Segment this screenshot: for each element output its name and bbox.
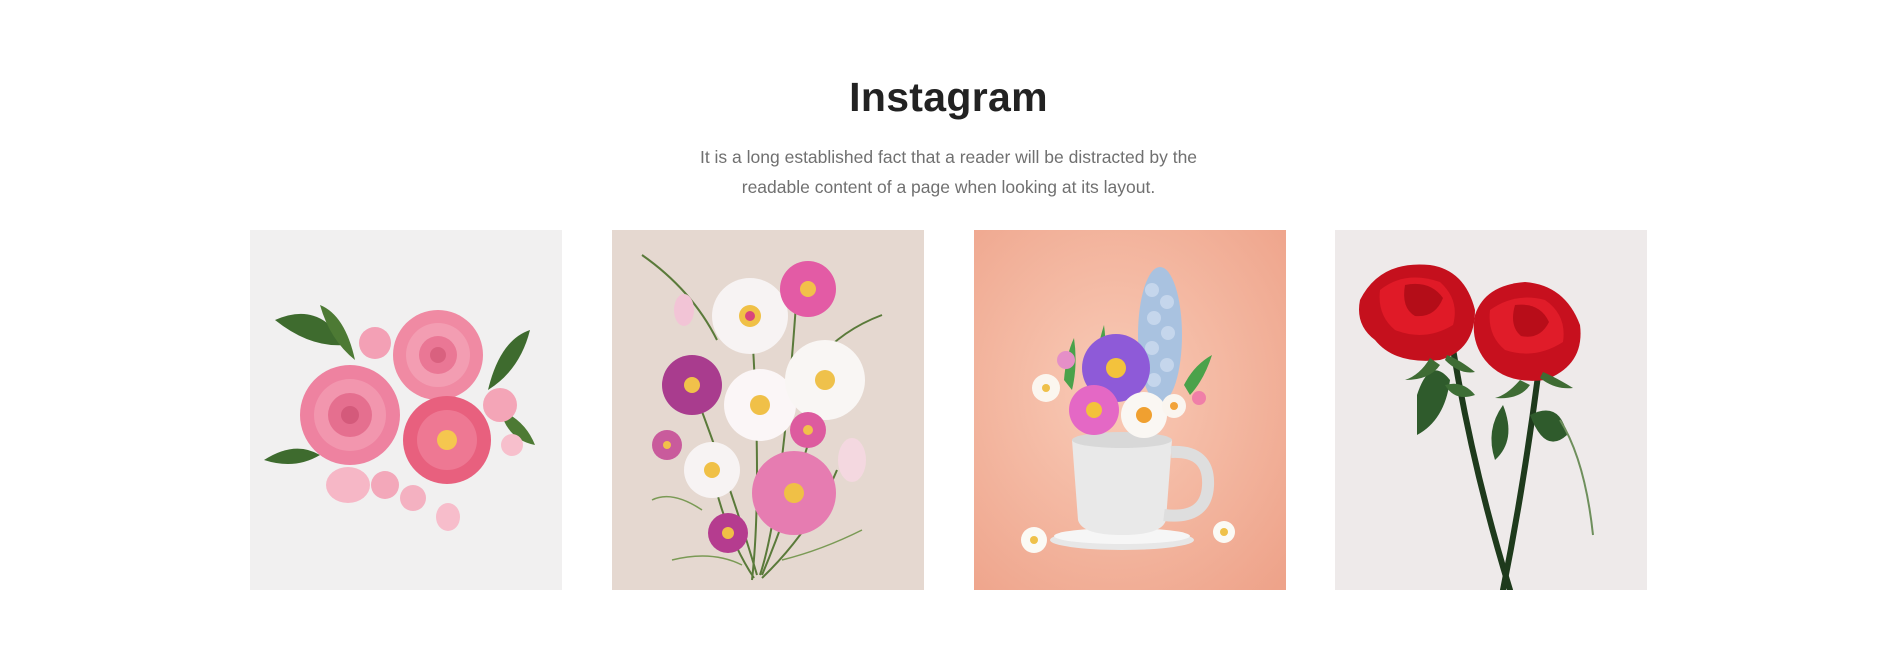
instagram-gallery: [0, 230, 1897, 590]
instagram-post-2[interactable]: [612, 230, 924, 590]
cosmos-flowers-illustration-image: [612, 230, 924, 590]
red-roses-image: [1335, 230, 1647, 590]
section-title: Instagram: [849, 74, 1048, 120]
section-description: It is a long established fact that a rea…: [699, 147, 1198, 197]
pink-roses-bouquet-image: [250, 230, 562, 590]
instagram-section: Instagram It is a long established fact …: [0, 0, 1897, 655]
instagram-post-1[interactable]: [250, 230, 562, 590]
instagram-post-3[interactable]: [974, 230, 1286, 590]
instagram-post-4[interactable]: [1335, 230, 1647, 590]
flower-mug-image: [974, 230, 1286, 590]
